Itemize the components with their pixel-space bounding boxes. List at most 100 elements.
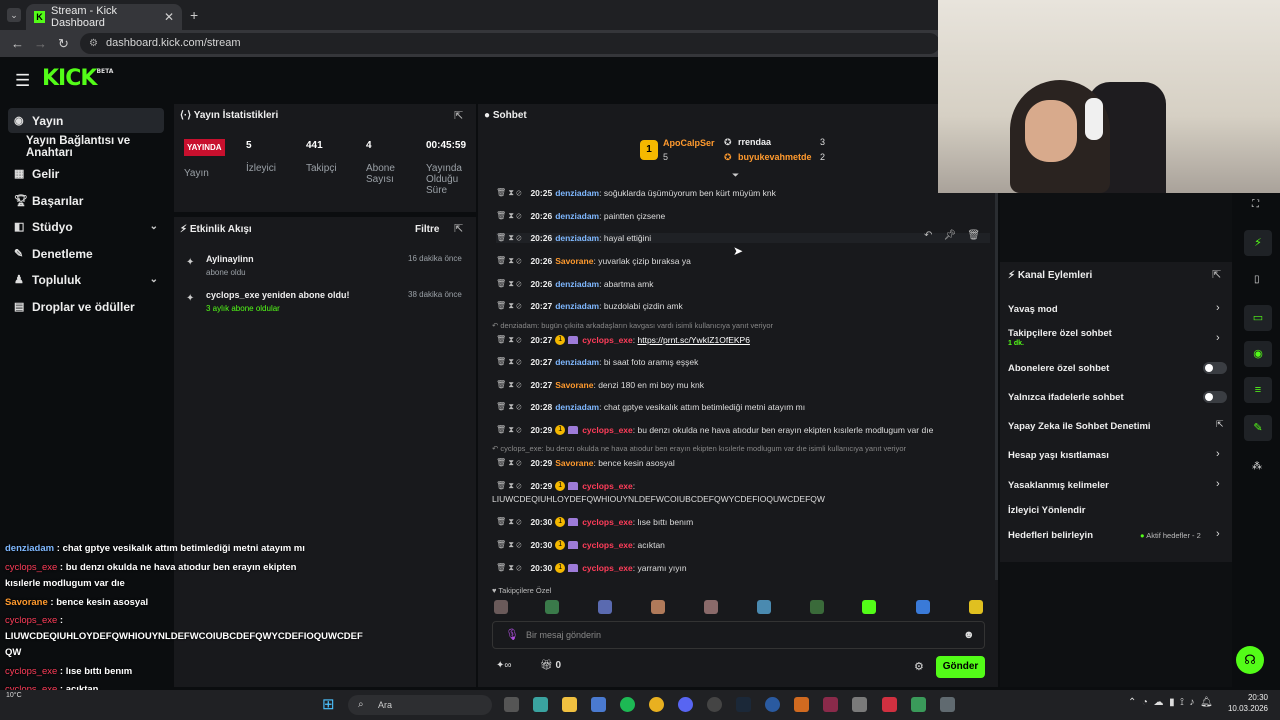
chat-username[interactable]: denziadam: [555, 301, 599, 311]
steam-icon[interactable]: [736, 697, 751, 712]
url-input[interactable]: ⚙ dashboard.kick.com/stream: [80, 33, 940, 54]
emote-icon[interactable]: [916, 600, 930, 614]
chat-link[interactable]: https://prnt.sc/YwkIZ1OfEKP6: [638, 335, 750, 345]
send-button[interactable]: Gönder: [936, 656, 985, 678]
obs-icon[interactable]: [707, 697, 722, 712]
emote-icon[interactable]: [651, 600, 665, 614]
chevron-right-icon[interactable]: ›: [1216, 302, 1220, 314]
mod-actions-icon[interactable]: 🗑︎ ⧗ ⊘: [496, 563, 521, 573]
mod-actions-icon[interactable]: 🗑︎ ⧗ ⊘: [496, 301, 521, 311]
mod-actions-icon[interactable]: 🗑︎ ⧗ ⊘: [496, 211, 521, 221]
list-icon[interactable]: ≡: [1244, 377, 1272, 403]
app-icon[interactable]: [882, 697, 897, 712]
mod-actions-icon[interactable]: 🗑︎ ⧗ ⊘: [496, 517, 521, 527]
chrome-icon[interactable]: [649, 697, 664, 712]
leader-name[interactable]: buyukevahmetde: [738, 152, 812, 162]
spotify-icon[interactable]: [620, 697, 635, 712]
mod-actions-icon[interactable]: 🗑︎ ⧗ ⊘: [496, 540, 521, 550]
chat-username[interactable]: cyclops_exe: [582, 425, 633, 435]
forward-icon[interactable]: →: [34, 36, 47, 51]
emote-icon[interactable]: [810, 600, 824, 614]
app-icon[interactable]: [911, 697, 926, 712]
task-view-icon[interactable]: [504, 697, 519, 712]
chat-username[interactable]: denziadam: [555, 357, 599, 367]
chevron-right-icon[interactable]: ›: [1216, 332, 1220, 344]
app-icon[interactable]: [533, 697, 548, 712]
sidebar-item-stream[interactable]: ◉ Yayın: [8, 108, 164, 133]
sidebar-item-stream-key[interactable]: Yayın Bağlantısı ve Anahtarı: [20, 134, 176, 159]
mod-actions-icon[interactable]: 🗑︎ ⧗ ⊘: [496, 380, 521, 390]
chat-settings-icon[interactable]: ⚙: [914, 660, 924, 673]
apps-icon[interactable]: ⁂: [1252, 461, 1262, 472]
notes-icon[interactable]: ▯: [1254, 274, 1260, 285]
mod-actions-icon[interactable]: 🗑︎ ⧗ ⊘: [496, 425, 521, 435]
mod-actions-icon[interactable]: 🗑︎ ⧗ ⊘: [496, 335, 521, 345]
reply-icon[interactable]: ↶: [924, 230, 932, 241]
emote-icon[interactable]: [757, 600, 771, 614]
site-info-icon[interactable]: ⚙: [89, 33, 98, 54]
reload-icon[interactable]: ↻: [58, 36, 69, 52]
account-age-option[interactable]: Hesap yaşı kısıtlaması: [1008, 450, 1109, 461]
chat-scrollbar[interactable]: [995, 190, 998, 580]
delete-icon[interactable]: 🗑︎: [967, 230, 980, 241]
emoji-icon[interactable]: ☻: [963, 622, 975, 649]
taskbar-search[interactable]: ⌕ Ara: [348, 695, 492, 715]
emote-icon[interactable]: [545, 600, 559, 614]
bolt-icon[interactable]: ⚡︎: [1244, 230, 1272, 256]
banned-words-option[interactable]: Yasaklanmış kelimeler: [1008, 480, 1109, 491]
chat-username[interactable]: Savorane: [555, 256, 593, 266]
ai-moderation-option[interactable]: Yapay Zeka ile Sohbet Denetimi: [1008, 421, 1151, 432]
mod-actions-icon[interactable]: 🗑︎ ⧗ ⊘: [496, 357, 521, 367]
chat-username[interactable]: denziadam: [555, 279, 599, 289]
filter-button[interactable]: Filtre: [415, 224, 439, 235]
popout-icon[interactable]: ⇱: [454, 222, 463, 235]
app-icon[interactable]: [823, 697, 838, 712]
points-display[interactable]: 🎁︎ 0: [540, 660, 561, 671]
raid-option[interactable]: İzleyici Yönlendir: [1008, 505, 1085, 516]
channel-points-icon[interactable]: ✦∞: [496, 660, 512, 671]
close-tab-icon[interactable]: ✕: [164, 10, 174, 24]
emote-icon[interactable]: [704, 600, 718, 614]
browser-tab[interactable]: K Stream - Kick Dashboard ✕: [26, 4, 182, 30]
sidebar-item-revenue[interactable]: ▦ Gelir: [8, 161, 164, 186]
weather-widget[interactable]: 10°C: [6, 692, 22, 699]
file-explorer-icon[interactable]: [562, 697, 577, 712]
emote-icon[interactable]: [862, 600, 876, 614]
taskbar-clock[interactable]: 20:30 10.03.2026: [1222, 692, 1268, 714]
collapse-leaderboard-icon[interactable]: ⏷: [732, 170, 739, 181]
system-tray[interactable]: ⌃ ◔ ☁ ▮ ⟟ ♪ 🔔︎: [1128, 697, 1213, 708]
sidebar-item-community[interactable]: ♟ Topluluk ⌄: [8, 267, 164, 292]
sidebar-item-achievements[interactable]: 🏆︎ Başarılar: [8, 188, 164, 213]
mic-icon[interactable]: 🎙︎: [505, 622, 519, 649]
mod-actions-icon[interactable]: 🗑︎ ⧗ ⊘: [496, 402, 521, 412]
subscribers-only-toggle[interactable]: [1203, 362, 1227, 374]
pin-icon[interactable]: 📌︎: [944, 230, 957, 241]
chat-username[interactable]: cyclops_exe: [582, 540, 633, 550]
mod-actions-icon[interactable]: 🗑︎ ⧗ ⊘: [496, 188, 521, 198]
chat-username[interactable]: denziadam: [555, 233, 599, 243]
mod-actions-icon[interactable]: 🗑︎ ⧗ ⊘: [496, 279, 521, 289]
new-tab-icon[interactable]: +: [190, 7, 198, 23]
app-icon[interactable]: [794, 697, 809, 712]
chat-input[interactable]: 🎙︎ Bir mesaj gönderin ☻: [492, 621, 985, 649]
app-icon[interactable]: [765, 697, 780, 712]
emote-icon[interactable]: [969, 600, 983, 614]
emote-icon[interactable]: [598, 600, 612, 614]
leader-name[interactable]: rrendaa: [738, 137, 771, 147]
broadcast-icon[interactable]: ◉: [1244, 341, 1272, 367]
sidebar-item-drops[interactable]: ▤ Droplar ve ödüller: [8, 294, 164, 319]
chat-username[interactable]: Savorane: [555, 380, 593, 390]
chat-username[interactable]: cyclops_exe: [582, 517, 633, 527]
back-icon[interactable]: ←: [11, 36, 24, 51]
sidebar-item-moderation[interactable]: ✎ Denetleme: [8, 241, 164, 266]
tab-search-button[interactable]: ⌄: [7, 8, 21, 22]
sidebar-item-studio[interactable]: ◧ Stüdyo ⌄: [8, 214, 164, 239]
followers-only-option[interactable]: Takipçilere özel sohbet 1 dk.: [1008, 328, 1112, 347]
emotes-only-toggle[interactable]: [1203, 391, 1227, 403]
help-icon[interactable]: ☊: [1236, 646, 1264, 674]
wrench-icon[interactable]: ✎: [1244, 415, 1272, 441]
discord-icon[interactable]: [678, 697, 693, 712]
chat-username[interactable]: Savorane: [555, 458, 593, 468]
chat-username[interactable]: denziadam: [555, 402, 599, 412]
expand-icon[interactable]: ⛶: [1252, 199, 1259, 210]
